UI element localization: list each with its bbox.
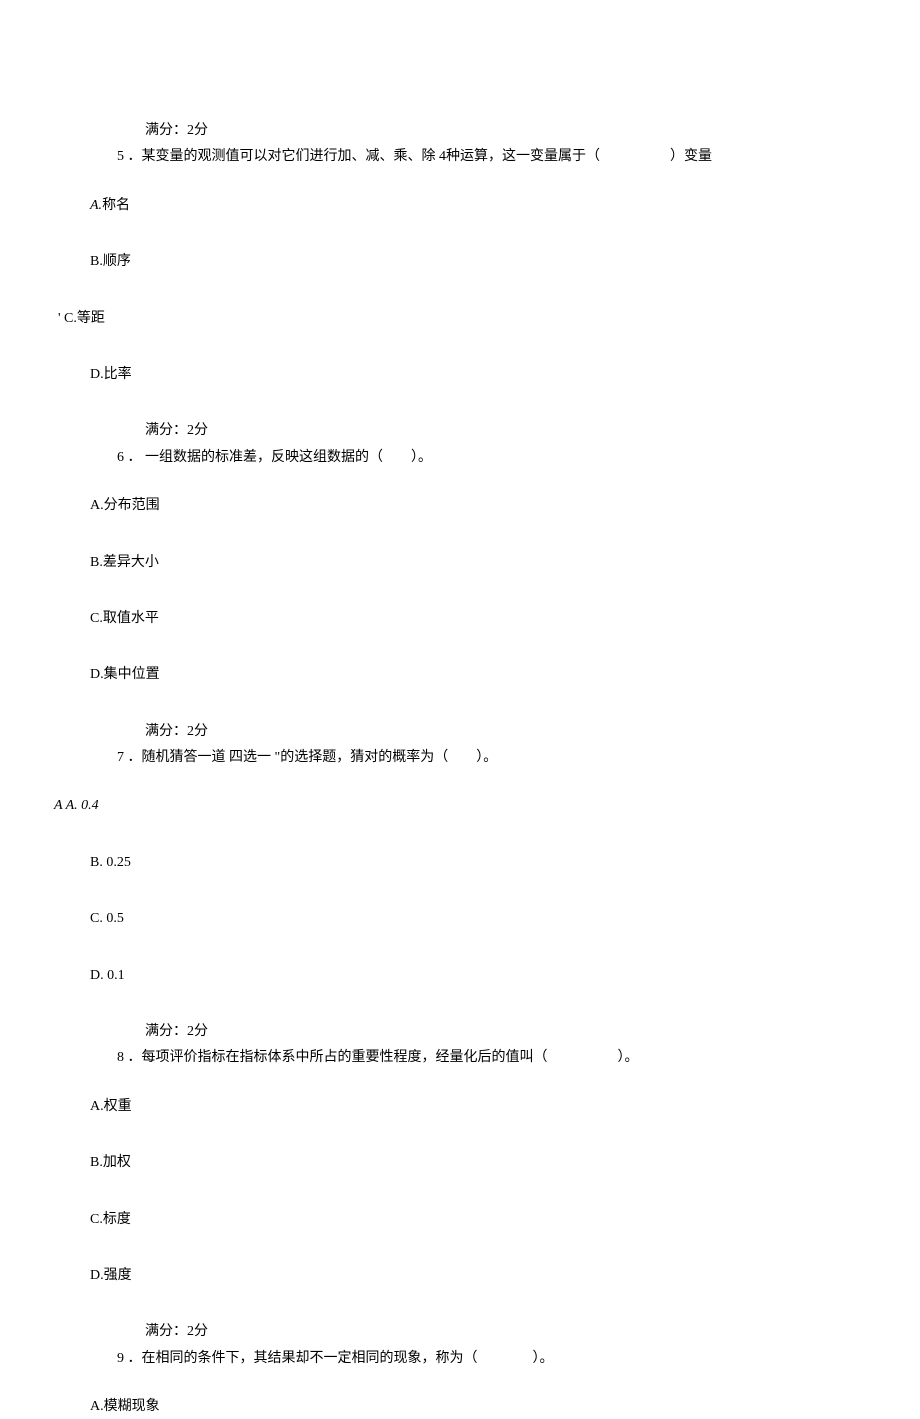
q9-number: 9 [117,1351,124,1366]
q5-option-a-text: 称名 [102,198,130,213]
q7-option-c: C. 0.5 [0,908,920,930]
q7-text: 7 ．随机猜答一道 四选一 "的选择题，猜对的概率为（ ）。 [0,747,920,769]
q8-text-part1: ．每项评价指标在指标体系中所占的重要性程度，经量化后的值叫（ [128,1050,548,1065]
q9-option-a: A.模糊现象 [0,1396,920,1418]
q7-text-content: ．随机猜答一道 四选一 "的选择题，猜对的概率为（ ）。 [128,750,498,765]
q5-option-c-prefix: ' [58,311,61,326]
q7-number: 7 [117,750,124,765]
q6-option-a: A.分布范围 [0,495,920,517]
q6-option-d: D.集中位置 [0,664,920,686]
q8-option-d: D.强度 [0,1265,920,1287]
q8-score: 满分：2分 [0,1021,920,1043]
q8-number: 8 [117,1050,124,1065]
q7-option-d: D. 0.1 [0,965,920,987]
q6-score: 满分：2分 [0,420,920,442]
q8-text: 8 ．每项评价指标在指标体系中所占的重要性程度，经量化后的值叫（ ）。 [0,1047,920,1069]
q8-option-c: C.标度 [0,1209,920,1231]
q5-text: 5 ．某变量的观测值可以对它们进行加、减、乘、除 4种运算，这一变量属于（ ）变量 [0,146,920,168]
q5-text-part2: ）变量 [670,149,712,164]
q6-text-content: ． 一组数据的标准差，反映这组数据的（ ）。 [128,450,433,465]
q6-option-c: C.取值水平 [0,608,920,630]
q8-option-a: A.权重 [0,1096,920,1118]
q5-option-c-text: C.等距 [64,311,105,326]
q6-number: 6 [117,450,124,465]
q8-option-b: B.加权 [0,1152,920,1174]
q9-text-part2: ）。 [533,1351,554,1366]
q9-score: 满分：2分 [0,1321,920,1343]
q5-text-part1: ．某变量的观测值可以对它们进行加、减、乘、除 4种运算，这一变量属于（ [128,149,601,164]
q5-option-a: A.称名 [0,195,920,217]
q9-text-part1: ．在相同的条件下，其结果却不一定相同的现象，称为（ [128,1351,478,1366]
q7-option-a: A A. 0.4 [0,795,920,817]
q5-score: 满分：2分 [0,120,920,142]
q5-option-d: D.比率 [0,364,920,386]
q7-option-b: B. 0.25 [0,852,920,874]
q8-text-part2: ）。 [618,1050,639,1065]
q6-option-b: B.差异大小 [0,552,920,574]
q9-text: 9 ．在相同的条件下，其结果却不一定相同的现象，称为（ ）。 [0,1348,920,1370]
q5-option-c: ' C.等距 [0,308,920,330]
q6-text: 6 ． 一组数据的标准差，反映这组数据的（ ）。 [0,447,920,469]
q5-number: 5 [117,149,124,164]
q7-option-a-prefix: A [54,798,62,813]
q7-score: 满分：2分 [0,721,920,743]
q5-option-b: B.顺序 [0,251,920,273]
q7-option-a-text: A. 0.4 [66,798,99,813]
